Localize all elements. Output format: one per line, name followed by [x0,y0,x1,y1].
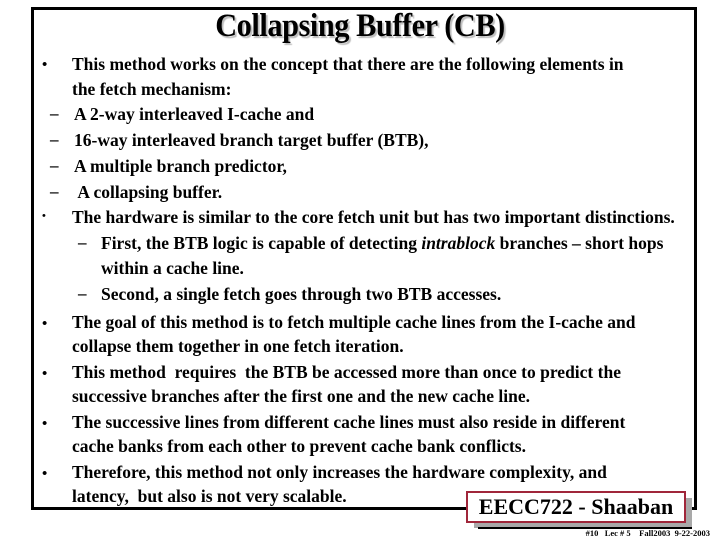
dash-icon: – [50,156,59,175]
bullet-6-line-2: latency, but also is not very scalable. [72,486,347,506]
dash-icon: – [50,182,59,201]
bullet-5-line-1: The successive lines from different cach… [72,412,626,432]
bullet-4-line-2: successive branches after the first one … [72,386,531,406]
sub-1-3: A multiple branch predictor, [74,156,287,176]
slide-footer: #10 Lec # 5 Fall2003 9-22-2003 [585,528,710,538]
sub-2-1-line-2: within a cache line. [101,258,244,278]
bullet-3-line-1: The goal of this method is to fetch mult… [72,312,636,332]
sub-1-1: A 2-way interleaved I-cache and [74,104,315,124]
slide-title: Collapsing Buffer (CB) [215,8,505,44]
bullet-1-line-1: This method works on the concept that th… [72,54,624,74]
bullet-1-line-2: the fetch mechanism: [72,79,232,99]
bullet-icon: • [42,57,48,73]
bullet-2-line-1: The hardware is similar to the core fetc… [72,207,675,227]
course-badge: EECC722 - Shaaban [466,491,686,523]
bullet-6-line-1: Therefore, this method not only increase… [72,462,607,482]
sub-2-1: First, the BTB logic is capable of detec… [101,233,663,254]
sub-2-1-post: branches – short hops [495,233,664,253]
sub-2-1-emphasis: intrablock [421,233,496,253]
bullet-4-line-1: This method requires the BTB be accessed… [72,362,621,382]
sub-1-4: A collapsing buffer. [74,182,223,202]
dash-icon: – [50,104,59,123]
bullet-5-line-2: cache banks from each other to prevent c… [72,436,526,456]
bullet-icon: • [42,366,48,382]
bullet-3-line-2: collapse them together in one fetch iter… [72,336,404,356]
bullet-icon: • [42,316,48,332]
sub-2-2: Second, a single fetch goes through two … [101,284,502,304]
dash-icon: – [50,130,59,149]
dash-icon: – [78,233,87,252]
sub-1-2: 16-way interleaved branch target buffer … [74,130,429,150]
sub-2-1-pre: First, the BTB logic is capable of detec… [101,233,422,253]
bullet-icon: • [42,466,48,482]
bullet-icon: • [42,210,46,222]
bullet-icon: • [42,416,48,432]
dash-icon: – [78,284,87,303]
